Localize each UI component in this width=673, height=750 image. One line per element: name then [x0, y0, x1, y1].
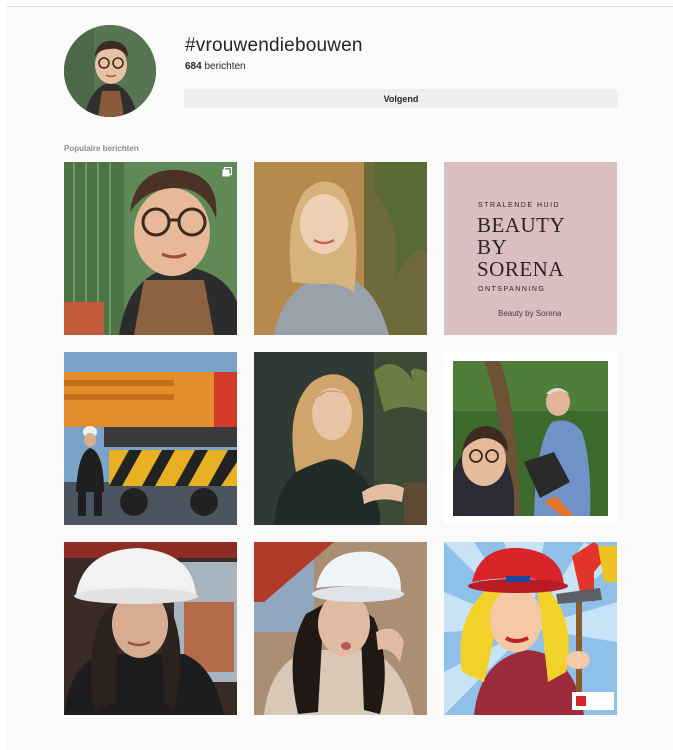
post-count: 684 berichten: [185, 61, 246, 72]
hashtag-page: #vrouwendiebouwen 684 berichten Volgend …: [7, 6, 673, 750]
post-tile-1[interactable]: [64, 162, 237, 335]
post-image-4: [64, 352, 237, 525]
post-tile-9[interactable]: [444, 542, 617, 715]
post-image-9: [444, 542, 617, 715]
hashtag-title: #vrouwendiebouwen: [185, 35, 363, 56]
avatar-image: [64, 25, 156, 117]
posts-grid: STRALENDE HUID BEAUTY BY SORENA ONTSPANN…: [64, 162, 617, 715]
post-image-8: [254, 542, 427, 715]
post-image-7: [64, 542, 237, 715]
post-tile-2[interactable]: [254, 162, 427, 335]
post-image-2: [254, 162, 427, 335]
post-tile-8[interactable]: [254, 542, 427, 715]
beauty-title: BEAUTY BY SORENA: [477, 213, 566, 281]
post-image-5: [254, 352, 427, 525]
hashtag-avatar: [64, 25, 156, 117]
post-count-suffix: berichten: [201, 61, 246, 72]
post-count-number: 684: [185, 61, 202, 72]
post-image-6: [444, 352, 617, 525]
beauty-top-line: STRALENDE HUID: [478, 202, 561, 209]
post-image-1: [64, 162, 237, 335]
post-tile-4[interactable]: [64, 352, 237, 525]
post-tile-6[interactable]: [444, 352, 617, 525]
following-button[interactable]: Volgend: [184, 89, 618, 108]
post-tile-7[interactable]: [64, 542, 237, 715]
post-tile-3[interactable]: STRALENDE HUID BEAUTY BY SORENA ONTSPANN…: [444, 162, 617, 335]
multiple-posts-icon: [222, 167, 232, 177]
popular-posts-label: Populaire berichten: [64, 144, 139, 153]
beauty-signature: Beauty by Sorena: [498, 309, 562, 318]
post-tile-5[interactable]: [254, 352, 427, 525]
beauty-bottom-line: ONTSPANNING: [478, 286, 546, 293]
